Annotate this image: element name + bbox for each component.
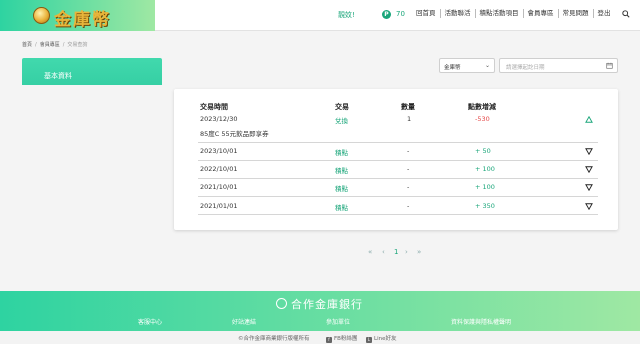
pager-prev[interactable]: ‹ (382, 248, 385, 256)
header-type: 交易 (335, 103, 349, 111)
footer-brand: 合作金庫銀行 (291, 298, 363, 311)
pager-first[interactable]: « (368, 248, 372, 256)
row-type: 積點 (335, 185, 348, 193)
footer-line-link[interactable]: L Line好友 (366, 334, 396, 343)
footer-link-service[interactable]: 客服中心 (138, 317, 162, 326)
nav-home[interactable]: 回首頁 (412, 9, 440, 18)
row-type: 積點 (335, 204, 348, 212)
copyright-bar: ©合作金庫商業銀行版權所有 f FB粉絲團 L Line好友 (0, 331, 640, 344)
bank-logo-icon (276, 298, 287, 309)
calendar-icon (606, 62, 613, 69)
row-date: 2022/10/01 (200, 165, 238, 173)
row-divider (198, 196, 598, 197)
nav-points-activities[interactable]: 積點活動項目 (474, 9, 523, 18)
row-description: 85度C 55元飲品即享券 (200, 130, 269, 138)
footer-link-sites[interactable]: 好站連結 (232, 317, 256, 326)
row-points: + 100 (475, 165, 495, 173)
pager-current[interactable]: 1 (394, 248, 398, 256)
row-divider (198, 142, 598, 143)
footer-fb-label: FB粉絲團 (334, 336, 358, 342)
nav-events[interactable]: 活動聯活 (439, 9, 475, 18)
row-qty: - (407, 183, 410, 191)
sidebar-item-profile[interactable]: 基本資料 (22, 58, 162, 85)
header-points: 點數增減 (468, 103, 496, 111)
row-date: 2023/12/30 (200, 115, 238, 123)
logo-text: 金庫幣 (54, 10, 111, 30)
pager-next[interactable]: › (405, 248, 408, 256)
points-balance: 70 (396, 10, 405, 18)
expand-triangle-icon[interactable] (585, 166, 593, 173)
breadcrumb: 首頁 / 會員專區 / 交易查詢 (22, 42, 88, 48)
line-icon: L (366, 337, 372, 343)
row-points: + 50 (475, 147, 491, 155)
collapse-triangle-icon[interactable] (585, 116, 593, 123)
breadcrumb-member-area[interactable]: 會員專區 (40, 42, 60, 48)
row-qty: 1 (407, 115, 412, 123)
row-type: 積點 (335, 167, 348, 175)
currency-select-value: 金庫幣 (444, 65, 461, 71)
chevron-down-icon: ⌄ (484, 62, 490, 69)
sidebar-item-label: 基本資料 (44, 72, 72, 80)
currency-select[interactable]: 金庫幣 ⌄ (439, 58, 495, 73)
top-header: 金庫幣 靚妏! P 70 回首頁 活動聯活 積點活動項目 會員專區 常見問題 登… (0, 0, 640, 31)
expand-triangle-icon[interactable] (585, 148, 593, 155)
points-icon: P (382, 10, 391, 19)
header-date: 交易時間 (200, 103, 228, 111)
logo[interactable]: 金庫幣 (0, 0, 155, 31)
row-divider (198, 160, 598, 161)
footer: 合作金庫銀行 客服中心 好站連結 參加單位 資料保護與隱私權聲明 (0, 291, 640, 331)
pager-last[interactable]: » (417, 248, 421, 256)
nav-logout[interactable]: 登出 (592, 9, 615, 18)
footer-fb-link[interactable]: f FB粉絲團 (326, 334, 357, 343)
facebook-icon: f (326, 337, 332, 343)
transactions-card: 交易時間 交易 數量 點數增減 2023/12/30 兌換 1 -530 85度… (174, 89, 618, 230)
row-points: -530 (475, 115, 490, 123)
copyright-text: ©合作金庫商業銀行版權所有 (238, 336, 310, 342)
row-date: 2023/10/01 (200, 147, 238, 155)
nav-member-area[interactable]: 會員專區 (522, 9, 558, 18)
date-range-input[interactable]: 請選擇起訖日期 (499, 58, 618, 73)
row-date: 2021/10/01 (200, 183, 238, 191)
row-qty: - (407, 147, 410, 155)
row-type: 積點 (335, 149, 348, 157)
row-points: + 100 (475, 183, 495, 191)
footer-logo: 合作金庫銀行 (276, 296, 363, 312)
footer-link-partners[interactable]: 參加單位 (326, 317, 350, 326)
row-date: 2021/01/01 (200, 202, 238, 210)
row-type: 兌換 (335, 117, 348, 125)
row-qty: - (407, 165, 410, 173)
expand-triangle-icon[interactable] (585, 184, 593, 191)
search-icon[interactable] (622, 10, 630, 18)
footer-link-privacy[interactable]: 資料保護與隱私權聲明 (451, 317, 511, 326)
nav-faq[interactable]: 常見問題 (557, 9, 593, 18)
row-divider (198, 214, 598, 215)
row-qty: - (407, 202, 410, 210)
header-qty: 數量 (401, 103, 415, 111)
row-points: + 350 (475, 202, 495, 210)
user-greeting: 靚妏! (338, 11, 355, 19)
row-divider (198, 178, 598, 179)
main-nav: 回首頁 活動聯活 積點活動項目 會員專區 常見問題 登出 (412, 9, 615, 18)
breadcrumb-current: 交易查詢 (67, 42, 88, 48)
coin-icon (33, 7, 50, 24)
expand-triangle-icon[interactable] (585, 203, 593, 210)
footer-line-label: Line好友 (374, 336, 397, 342)
date-range-placeholder: 請選擇起訖日期 (506, 65, 545, 71)
breadcrumb-home[interactable]: 首頁 (22, 42, 32, 48)
